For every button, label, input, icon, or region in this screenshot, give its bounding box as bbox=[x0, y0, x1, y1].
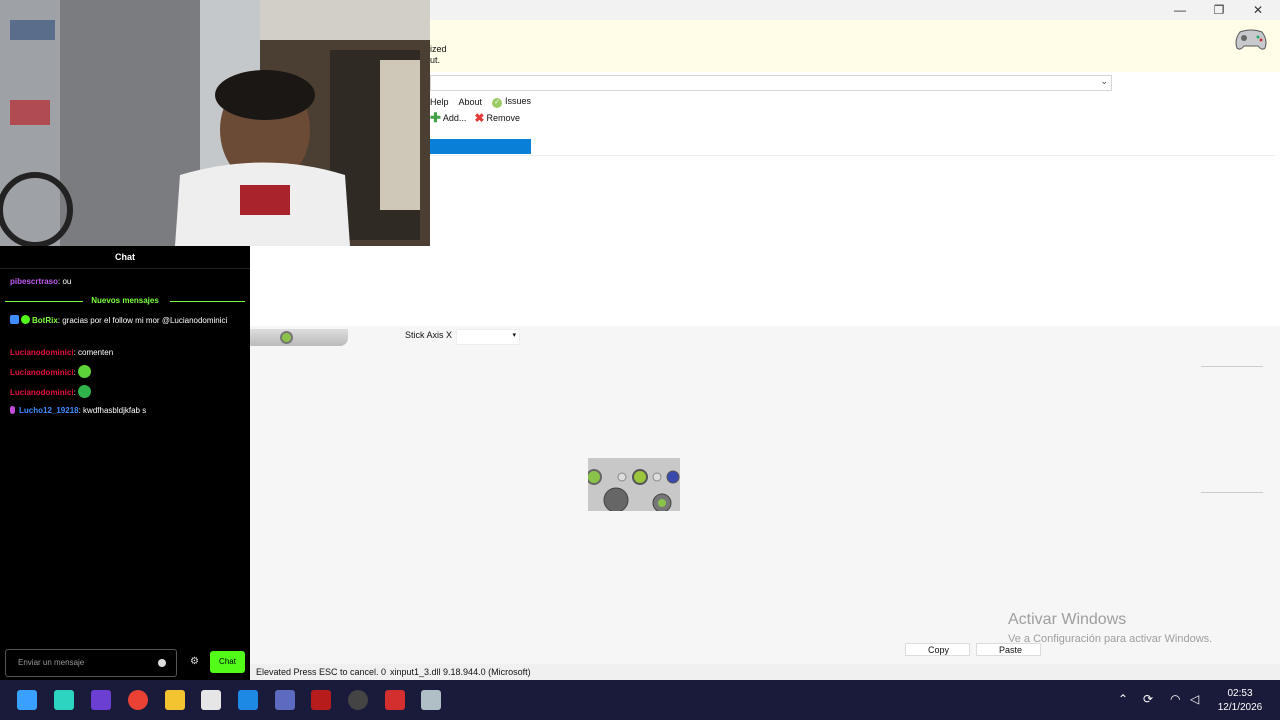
chat-message: Lucianodominici: bbox=[10, 365, 240, 379]
file-explorer-icon[interactable] bbox=[165, 690, 185, 710]
system-clock[interactable]: 02:53 12/1/2026 bbox=[1210, 687, 1270, 715]
status-text: Elevated Press ESC to cancel. 0 bbox=[256, 667, 387, 677]
sync-icon[interactable]: ⟳ bbox=[1143, 692, 1153, 706]
remove-icon: ✖ bbox=[474, 111, 485, 125]
start-icon[interactable] bbox=[17, 690, 37, 710]
chat-username[interactable]: Lucianodominici bbox=[10, 388, 74, 397]
chevron-up-icon[interactable]: ⌃ bbox=[1118, 692, 1128, 706]
app-icon[interactable] bbox=[275, 690, 295, 710]
toolbar: ✚ Add... ✖ Remove bbox=[430, 110, 520, 126]
volume-icon[interactable]: ◁ bbox=[1190, 692, 1199, 706]
taskbar: ⌃ ⟳ ◠ ◁ 02:53 12/1/2026 bbox=[0, 680, 1280, 720]
gamepad-logo-icon bbox=[1235, 29, 1267, 50]
new-messages-divider: Nuevos mensajes bbox=[5, 295, 245, 307]
emote-icon bbox=[78, 385, 92, 398]
controller-image-strip bbox=[250, 329, 348, 346]
chat-text: gracias por el follow mi mor @Lucianodom… bbox=[62, 316, 228, 325]
stream-chat: Chat pibescrtraso: ou Nuevos mensajes Bo… bbox=[0, 246, 250, 680]
close-button[interactable]: ✕ bbox=[1248, 2, 1268, 18]
add-button[interactable]: ✚ Add... bbox=[430, 110, 467, 125]
stick-axis-label: Stick Axis X bbox=[405, 330, 453, 340]
chat-username[interactable]: BotRix bbox=[32, 316, 58, 325]
chat-username[interactable]: pibescrtraso bbox=[10, 277, 58, 286]
clock-time: 02:53 bbox=[1227, 688, 1253, 699]
banner-text-2: ut. bbox=[430, 55, 441, 65]
chat-header: Chat bbox=[0, 246, 250, 269]
dropdown-arrow-icon: ▾ bbox=[512, 332, 516, 339]
chat-input[interactable]: Enviar un mensaje bbox=[5, 649, 177, 677]
menu-about[interactable]: About bbox=[459, 97, 483, 107]
store-icon[interactable] bbox=[201, 690, 221, 710]
chat-message: Lucianodominici: comenten bbox=[10, 348, 114, 357]
gamepad-app-icon[interactable] bbox=[421, 690, 441, 710]
controller-image bbox=[586, 458, 680, 513]
title-bar: — ❐ ✕ bbox=[430, 0, 1280, 20]
chrome-icon[interactable] bbox=[128, 690, 148, 710]
app-icon[interactable] bbox=[311, 690, 331, 710]
chat-username[interactable]: Lucianodominici bbox=[10, 348, 74, 357]
plus-icon: ✚ bbox=[430, 110, 441, 125]
chat-message: Lucianodominici: bbox=[10, 385, 240, 399]
wifi-icon[interactable]: ◠ bbox=[1170, 692, 1180, 706]
selected-tab[interactable] bbox=[430, 139, 531, 154]
chat-text: kwdfhasbldjkfab s bbox=[83, 406, 147, 415]
webcam-image bbox=[0, 0, 430, 246]
chat-text: comenten bbox=[78, 348, 114, 357]
obs-icon[interactable] bbox=[348, 690, 368, 710]
microphone-icon bbox=[10, 406, 15, 414]
emote-icon bbox=[78, 365, 92, 378]
gear-icon[interactable]: ⚙ bbox=[190, 656, 199, 667]
chat-message: Lucho12_19218: kwdfhasbldjkfab s bbox=[10, 405, 240, 417]
app-icon[interactable] bbox=[385, 690, 405, 710]
menu-help[interactable]: Help bbox=[430, 97, 449, 107]
button-icon bbox=[280, 331, 293, 344]
remove-button-label: Remove bbox=[486, 113, 520, 123]
app-icon[interactable] bbox=[54, 690, 74, 710]
banner-text-1: ized bbox=[430, 44, 447, 54]
add-button-label: Add... bbox=[442, 113, 467, 123]
mapping-field-1[interactable] bbox=[1201, 352, 1263, 367]
dll-version-text: xinput1_3.dll 9.18.944.0 (Microsoft) bbox=[390, 667, 531, 677]
chevron-down-icon: ⌄ bbox=[1100, 76, 1108, 86]
chat-input-placeholder: Enviar un mensaje bbox=[18, 658, 85, 667]
chat-message: BotRix: gracias por el follow mi mor @Lu… bbox=[10, 315, 240, 327]
app-icon[interactable] bbox=[91, 690, 111, 710]
chat-username[interactable]: Lucianodominici bbox=[10, 368, 74, 377]
verified-badge-icon bbox=[21, 315, 30, 324]
clock-date: 12/1/2026 bbox=[1217, 702, 1263, 713]
status-bar: Elevated Press ESC to cancel. 0 xinput1_… bbox=[250, 664, 1280, 680]
webcam-feed bbox=[0, 0, 430, 246]
copy-button[interactable]: Copy bbox=[905, 643, 970, 656]
paste-button-label: Paste bbox=[999, 645, 1023, 655]
copy-button-label: Copy bbox=[928, 645, 950, 655]
menu-bar: Help About ✓ Issues bbox=[430, 95, 531, 109]
moderator-badge-icon bbox=[10, 315, 19, 324]
chat-username[interactable]: Lucho12_19218 bbox=[19, 406, 79, 415]
minimize-button[interactable]: — bbox=[1170, 2, 1190, 18]
send-chat-button[interactable]: Chat bbox=[210, 651, 245, 673]
mapping-field-2[interactable] bbox=[1201, 478, 1263, 493]
chat-message: pibescrtraso: ou bbox=[10, 277, 72, 286]
paste-button[interactable]: Paste bbox=[976, 643, 1041, 656]
device-select[interactable]: ⌄ bbox=[430, 75, 1112, 91]
chat-text: ou bbox=[62, 277, 72, 286]
menu-issues-label: Issues bbox=[505, 96, 532, 106]
stick-axis-select[interactable]: ▾ bbox=[456, 329, 520, 345]
info-banner: ized ut. bbox=[430, 20, 1280, 72]
remove-button[interactable]: ✖ Remove bbox=[474, 111, 520, 125]
new-messages-label: Nuevos mensajes bbox=[91, 296, 159, 305]
emoji-icon[interactable] bbox=[158, 659, 166, 667]
activate-windows-title: Activar Windows bbox=[1008, 611, 1127, 628]
xbox-controller-icon bbox=[586, 458, 680, 513]
menu-issues[interactable]: ✓ Issues bbox=[492, 96, 531, 108]
check-icon: ✓ bbox=[492, 98, 503, 108]
app-icon[interactable] bbox=[238, 690, 258, 710]
maximize-button[interactable]: ❐ bbox=[1209, 2, 1229, 18]
